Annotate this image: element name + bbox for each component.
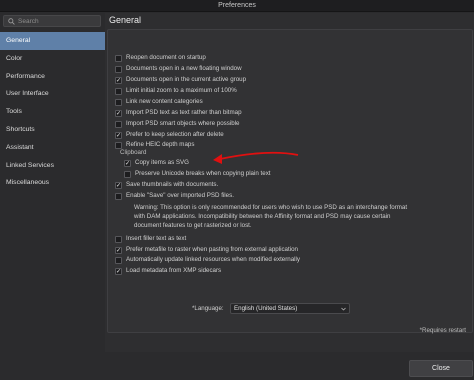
checkbox[interactable] <box>115 192 122 200</box>
search-input[interactable]: Search <box>3 15 101 27</box>
option-label: Load metadata from XMP sidecars <box>126 267 222 274</box>
option-label: Insert filler text as text <box>126 235 187 242</box>
warning-line: document features to get rasterized or l… <box>134 222 252 229</box>
language-label: *Language: <box>192 305 224 312</box>
option-label: Automatically update linked resources wh… <box>126 256 301 263</box>
sidebar-item-tools[interactable]: Tools <box>0 103 105 121</box>
checkbox[interactable] <box>115 256 122 264</box>
search-icon <box>8 18 15 25</box>
psd-warning: Warning: This option is only recommended… <box>134 203 454 230</box>
dialog-footer: Close <box>105 352 474 380</box>
option-save-over-psd[interactable]: Enable "Save" over imported PSD files. <box>115 192 234 200</box>
annotation-arrow-line <box>219 151 299 160</box>
annotation-arrow-head <box>213 154 222 164</box>
sidebar-item-performance[interactable]: Performance <box>0 68 105 86</box>
option-auto-update-linked[interactable]: Automatically update linked resources wh… <box>115 256 301 264</box>
search-placeholder: Search <box>18 18 39 25</box>
language-value: English (United States) <box>234 305 298 312</box>
option-save-thumbnails[interactable]: ✓ Save thumbnails with documents. <box>115 181 219 189</box>
option-label: Save thumbnails with documents. <box>126 181 219 188</box>
page-title: General <box>109 15 142 25</box>
option-label: Prefer metafile to raster when pasting f… <box>126 246 298 253</box>
checkbox[interactable]: ✓ <box>115 246 122 254</box>
requires-restart-note: *Requires restart <box>419 327 466 334</box>
sidebar-item-general[interactable]: General <box>0 32 105 50</box>
annotation-arrow <box>213 151 299 164</box>
option-filler-text[interactable]: Insert filler text as text <box>115 235 187 243</box>
warning-line: with DAM applications. Incompatibility b… <box>134 213 391 220</box>
sidebar-item-miscellaneous[interactable]: Miscellaneous <box>0 174 105 192</box>
close-button[interactable]: Close <box>409 360 473 377</box>
warning-line: Warning: This option is only recommended… <box>134 204 408 211</box>
sidebar: Search General Color Performance User In… <box>0 13 105 380</box>
option-load-xmp-metadata[interactable]: ✓ Load metadata from XMP sidecars <box>115 267 222 275</box>
checkbox[interactable]: ✓ <box>115 267 122 275</box>
option-prefer-metafile[interactable]: ✓ Prefer metafile to raster when pasting … <box>115 246 298 254</box>
settings-panel: Reopen document on startup Documents ope… <box>107 29 473 334</box>
sidebar-item-shortcuts[interactable]: Shortcuts <box>0 121 105 139</box>
language-select[interactable]: English (United States) <box>230 303 350 314</box>
sidebar-item-linked-services[interactable]: Linked Services <box>0 157 105 175</box>
sidebar-item-user-interface[interactable]: User Interface <box>0 85 105 103</box>
checkbox[interactable] <box>115 235 122 243</box>
settings-content: General Reopen document on startup Docum… <box>105 13 474 352</box>
sidebar-nav: General Color Performance User Interface… <box>0 32 105 192</box>
window-title: Preferences <box>0 0 474 12</box>
chevron-down-icon <box>341 307 346 311</box>
checkbox[interactable]: ✓ <box>115 181 122 189</box>
sidebar-item-assistant[interactable]: Assistant <box>0 139 105 157</box>
sidebar-item-color[interactable]: Color <box>0 50 105 68</box>
option-label: Enable "Save" over imported PSD files. <box>126 192 234 199</box>
